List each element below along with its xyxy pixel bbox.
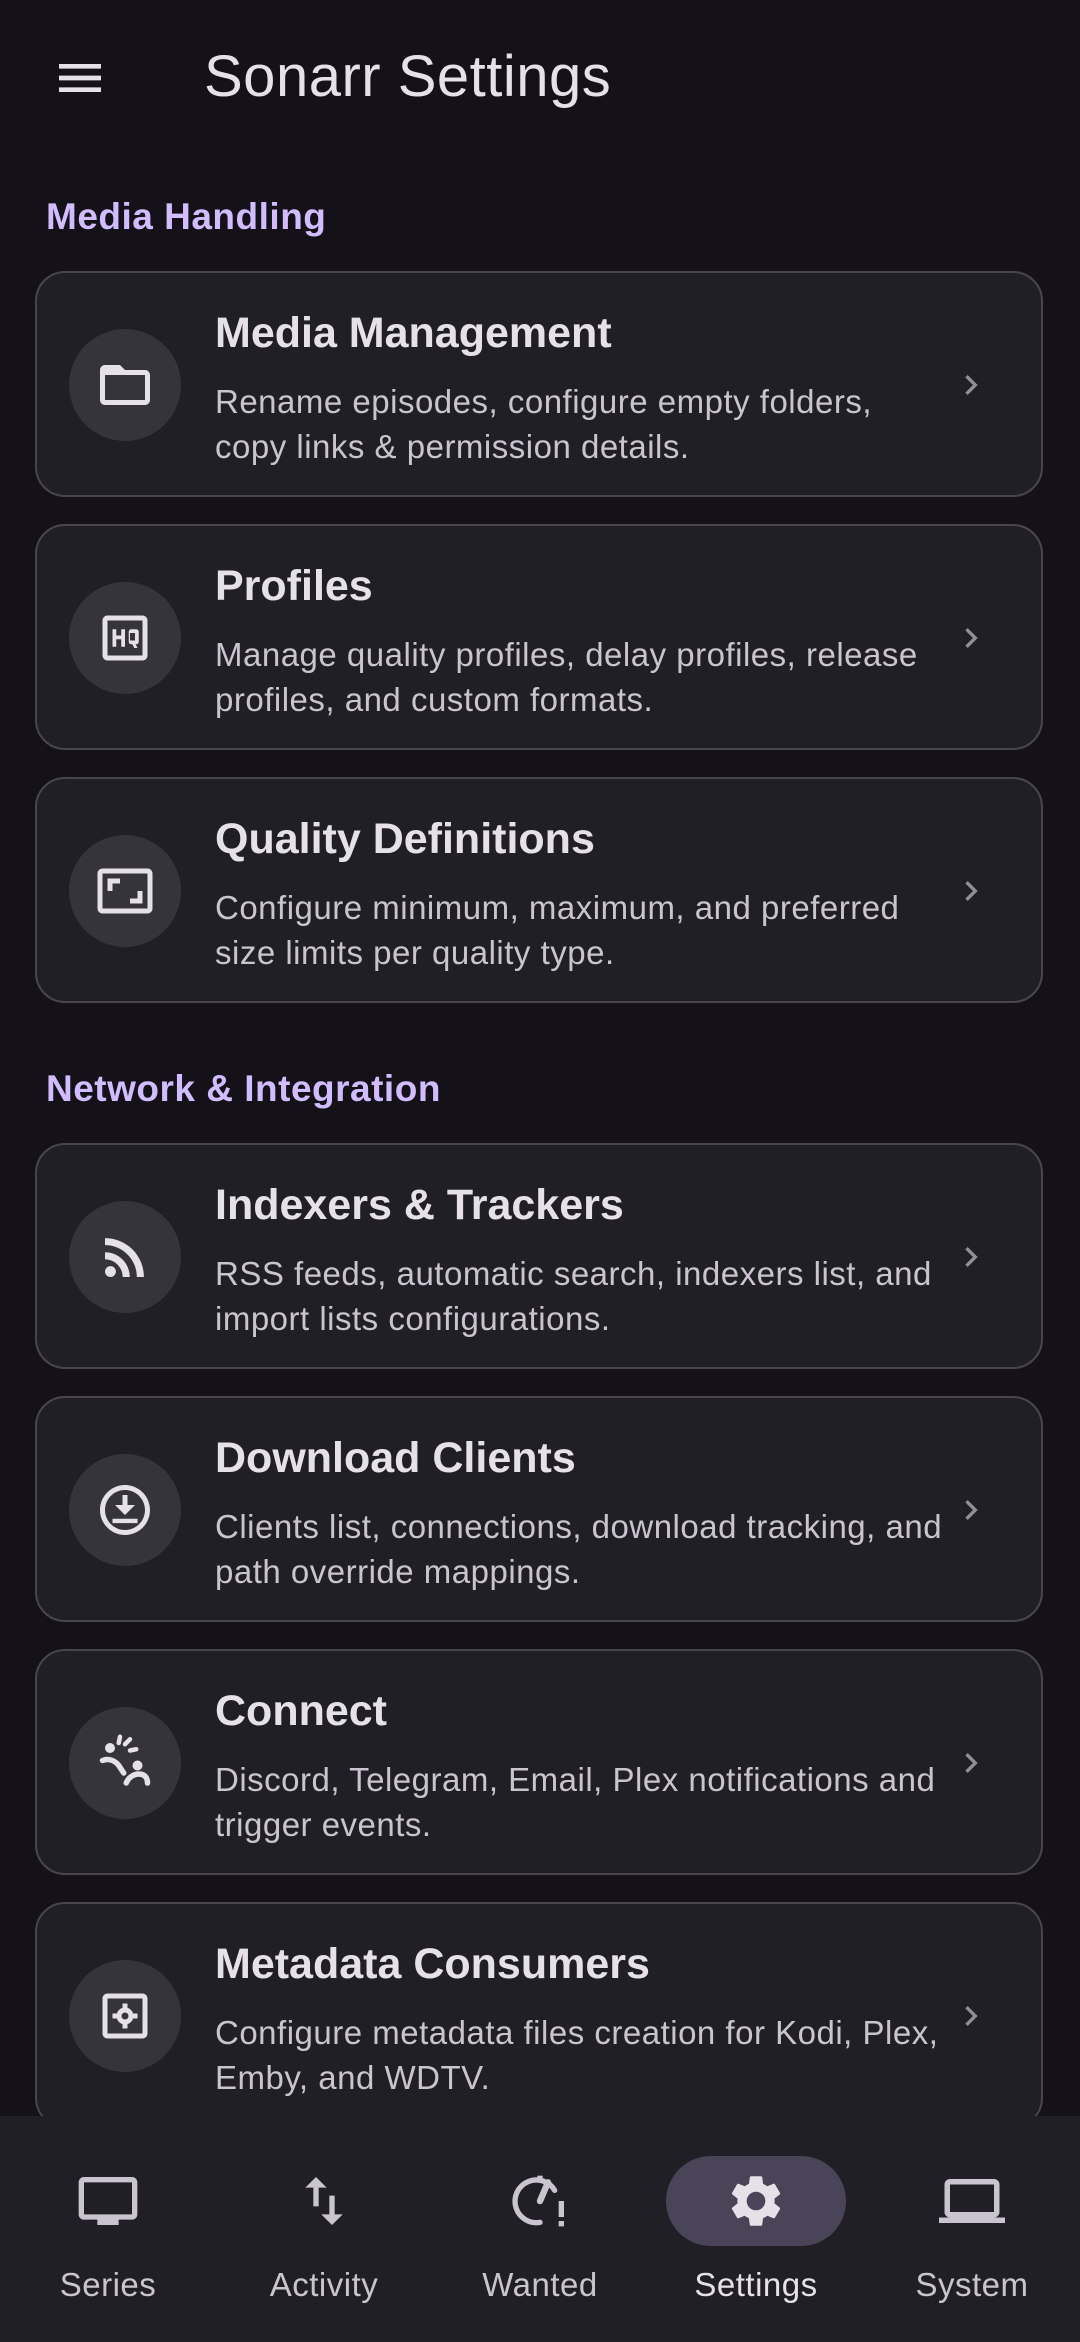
- item-icon-container: [69, 1707, 181, 1819]
- nav-label: Wanted: [482, 2266, 598, 2303]
- folder-icon: [100, 365, 150, 405]
- item-icon-container: [69, 1454, 181, 1566]
- item-description: Discord, Telegram, Email, Plex notificat…: [215, 1761, 936, 1843]
- item-title: Download Clients: [215, 1434, 576, 1482]
- item-icon-container: [69, 1201, 181, 1313]
- nav-label: System: [915, 2266, 1029, 2303]
- gear-icon: [731, 2176, 781, 2226]
- chevron-right-icon: [947, 1992, 995, 2040]
- settings-item-connect[interactable]: Connect Discord, Telegram, Email, Plex n…: [35, 1649, 1043, 1875]
- item-title: Metadata Consumers: [215, 1940, 650, 1988]
- nav-label: Settings: [694, 2266, 818, 2303]
- nav-item-wanted[interactable]: Wanted: [432, 2116, 648, 2342]
- item-title: Connect: [215, 1687, 387, 1735]
- chevron-right-icon: [947, 361, 995, 409]
- section-header-network-integration: Network & Integration: [46, 1068, 441, 1109]
- top-app-bar: Sonarr Settings: [0, 0, 1080, 156]
- settings-item-media-management[interactable]: Media Management Rename episodes, config…: [35, 271, 1043, 497]
- page-title: Sonarr Settings: [204, 44, 612, 109]
- nav-active-indicator: [666, 2156, 846, 2246]
- chevron-right-icon: [947, 614, 995, 662]
- item-icon-container: [69, 1960, 181, 2072]
- chevron-right-icon: [947, 1739, 995, 1787]
- item-title: Indexers & Trackers: [215, 1181, 624, 1229]
- settings-item-metadata-consumers[interactable]: Metadata Consumers Configure metadata fi…: [35, 1902, 1043, 2128]
- rss-feed-icon: [105, 1238, 144, 1277]
- bottom-navigation-bar: Series Activity Wanted Settings System: [0, 2116, 1080, 2342]
- metadata-settings-icon: [102, 1993, 148, 2039]
- up-down-arrows-icon: [305, 2177, 343, 2225]
- tv-icon: [78, 2177, 138, 2225]
- nav-label: Activity: [269, 2266, 379, 2303]
- section-header-media-handling: Media Handling: [46, 196, 327, 237]
- settings-item-indexers-trackers[interactable]: Indexers & Trackers RSS feeds, automatic…: [35, 1143, 1043, 1369]
- connect-icon: [99, 1734, 151, 1786]
- settings-item-profiles[interactable]: Profiles Manage quality profiles, delay …: [35, 524, 1043, 750]
- item-description: Rename episodes, configure empty folders…: [215, 383, 873, 465]
- nav-label: Series: [59, 2266, 157, 2303]
- item-title: Media Management: [215, 309, 612, 357]
- settings-item-download-clients[interactable]: Download Clients Clients list, connectio…: [35, 1396, 1043, 1622]
- nav-item-settings[interactable]: Settings: [648, 2116, 864, 2342]
- nav-item-activity[interactable]: Activity: [216, 2116, 432, 2342]
- wanted-icon: [512, 2175, 564, 2227]
- item-description: Clients list, connections, download trac…: [215, 1508, 943, 1590]
- chevron-right-icon: [947, 1233, 995, 1281]
- item-icon-container: [69, 582, 181, 694]
- settings-item-quality-definitions[interactable]: Quality Definitions Configure minimum, m…: [35, 777, 1043, 1003]
- download-circle-icon: [100, 1485, 150, 1535]
- laptop-icon: [939, 2179, 1005, 2223]
- item-title: Quality Definitions: [215, 815, 595, 863]
- chevron-right-icon: [947, 867, 995, 915]
- nav-icon-container: [882, 2156, 1062, 2246]
- chevron-right-icon: [947, 1486, 995, 1534]
- item-icon-container: [69, 329, 181, 441]
- item-description: Configure minimum, maximum, and preferre…: [215, 889, 900, 971]
- aspect-ratio-icon: [97, 868, 153, 914]
- menu-button[interactable]: [40, 38, 120, 118]
- nav-item-series[interactable]: Series: [0, 2116, 216, 2342]
- hamburger-menu-icon: [59, 64, 101, 92]
- item-description: Configure metadata files creation for Ko…: [215, 2014, 939, 2096]
- settings-screen: Sonarr Settings Media Handling Media Man…: [0, 0, 1080, 2342]
- item-title: Profiles: [215, 562, 373, 610]
- nav-item-system[interactable]: System: [864, 2116, 1080, 2342]
- nav-icon-container: [18, 2156, 198, 2246]
- nav-icon-container: [450, 2156, 630, 2246]
- nav-icon-container: [234, 2156, 414, 2246]
- hq-icon: [102, 615, 148, 661]
- item-icon-container: [69, 835, 181, 947]
- item-description: RSS feeds, automatic search, indexers li…: [215, 1255, 932, 1337]
- item-description: Manage quality profiles, delay profiles,…: [215, 636, 918, 718]
